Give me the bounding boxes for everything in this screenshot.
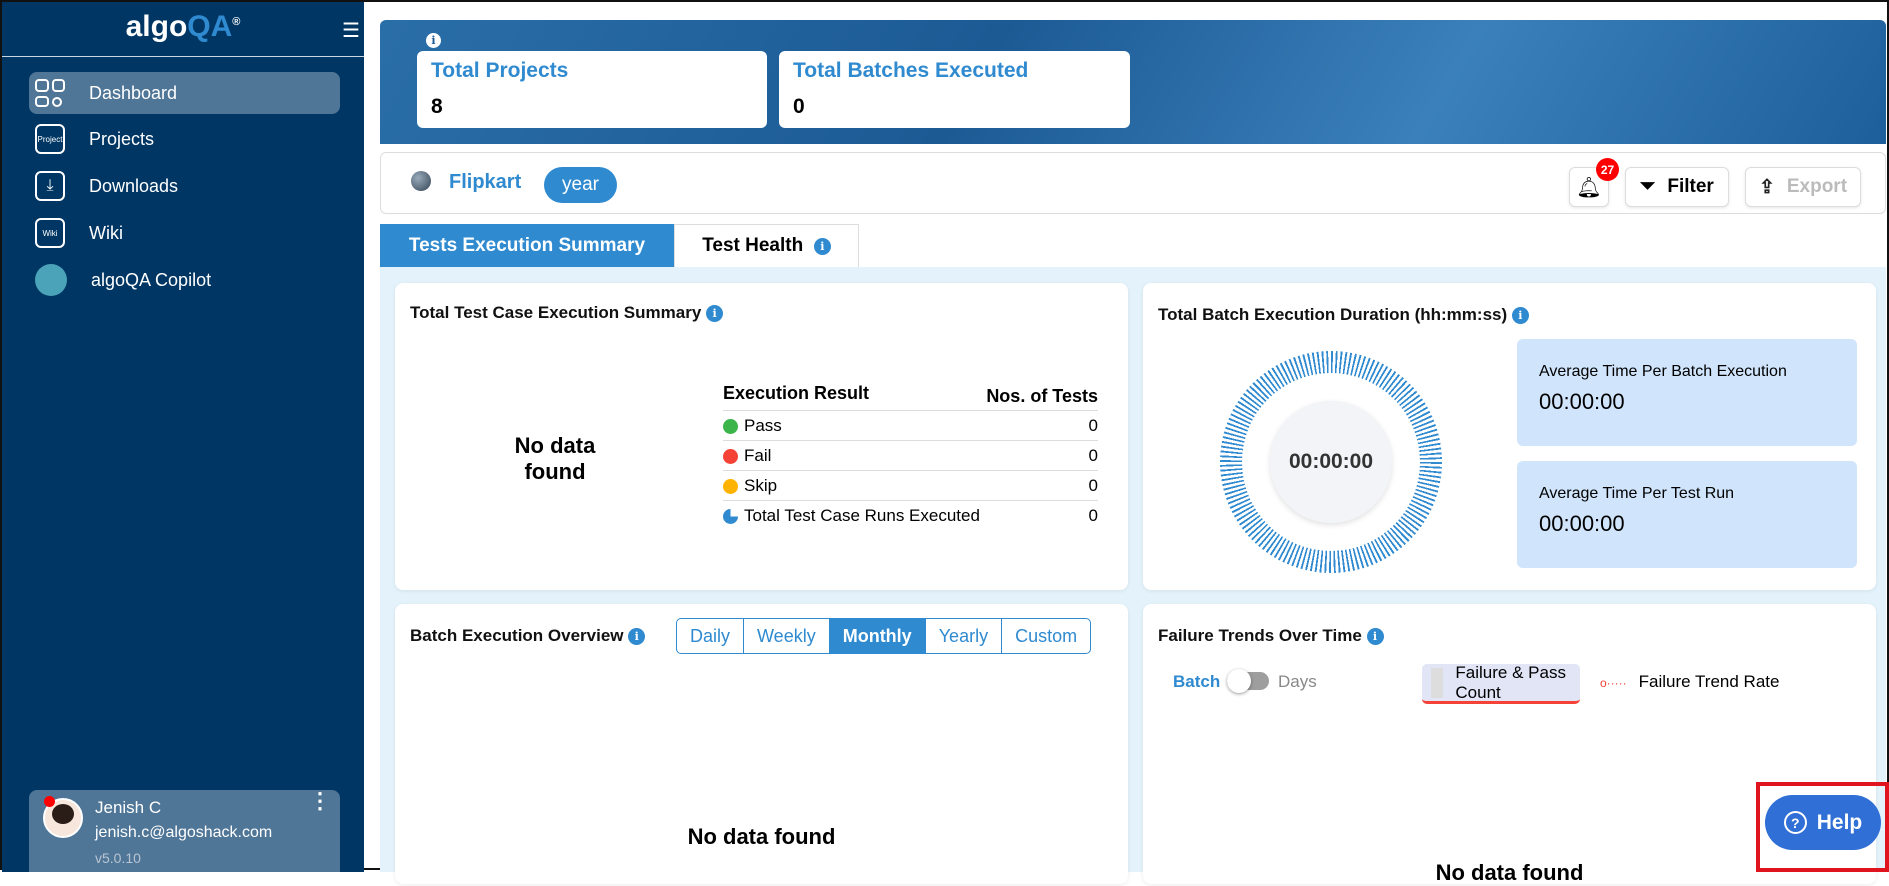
user-name: Jenish C (95, 798, 162, 817)
stat-total-batches: Total Batches Executed 0 (779, 51, 1130, 128)
notification-badge: 27 (1596, 158, 1619, 181)
avg-test-time: Average Time Per Test Run 00:00:00 (1517, 461, 1857, 568)
tab-test-health[interactable]: Test Health i (674, 224, 859, 267)
project-name[interactable]: Flipkart (449, 171, 521, 194)
bar-legend-icon (1431, 667, 1444, 698)
sidebar-item-label: Dashboard (89, 82, 178, 103)
divider (2, 56, 364, 57)
dashboard-icon (35, 78, 65, 108)
filter-button[interactable]: ⏷ Filter (1625, 167, 1729, 207)
card-title: Failure Trends Over Time (1158, 626, 1362, 645)
menu-toggle-icon[interactable]: ☰ (342, 18, 360, 43)
download-icon: ⤓ (35, 171, 65, 201)
avg-batch-time: Average Time Per Batch Execution 00:00:00 (1517, 339, 1857, 446)
sidebar-item-downloads[interactable]: ⤓ Downloads (29, 165, 340, 207)
batch-days-toggle[interactable] (1227, 669, 1269, 693)
info-icon[interactable]: i (628, 628, 646, 646)
table-row: Skip 0 (723, 470, 1098, 501)
pie-chart-icon (723, 508, 738, 524)
help-icon: ? (1783, 811, 1807, 834)
status-dot (44, 796, 55, 807)
filter-icon: ⏷ (1640, 176, 1656, 197)
wiki-icon: Wiki (35, 218, 65, 248)
info-icon[interactable]: i (1511, 307, 1529, 325)
fail-dot (723, 448, 738, 464)
duration-card: Total Batch Execution Duration (hh:mm:ss… (1143, 283, 1876, 590)
execution-result-table: Execution Result Nos. of Tests Pass 0 Fail… (723, 383, 1098, 531)
legend-failure-trend-rate[interactable]: o····· Failure Trend Rate (1600, 672, 1779, 692)
app-version: v5.0.10 (95, 850, 141, 866)
export-icon: ⇪ (1758, 176, 1775, 198)
period-pill[interactable]: year (544, 167, 617, 203)
duration-gauge: 00:00:00 (1220, 351, 1442, 573)
range-monthly[interactable]: Monthly (829, 619, 926, 653)
range-selector: Daily Weekly Monthly Yearly Custom (676, 618, 1092, 654)
dashboard-content: Total Test Case Execution Summary i No d… (380, 267, 1886, 885)
info-icon[interactable]: i (1366, 628, 1384, 646)
more-options-icon[interactable]: ⋮ (309, 790, 331, 812)
bell-icon: 🔔︎ (1576, 176, 1602, 199)
project-icon: Project (35, 124, 65, 154)
tab-tests-execution-summary[interactable]: Tests Execution Summary (380, 224, 674, 267)
empty-state: No data found (687, 824, 836, 849)
empty-state: No data found (514, 433, 596, 484)
range-custom[interactable]: Custom (1002, 619, 1090, 653)
range-weekly[interactable]: Weekly (744, 619, 830, 653)
sidebar-item-label: Wiki (89, 222, 123, 243)
sidebar-item-dashboard[interactable]: Dashboard (29, 72, 340, 114)
sidebar-item-copilot[interactable]: algoQA Copilot (29, 259, 340, 301)
card-title: Total Test Case Execution Summary (410, 303, 702, 322)
sidebar-item-projects[interactable]: Project Projects (29, 118, 340, 160)
pass-dot (723, 418, 738, 434)
card-title: Total Batch Execution Duration (hh:mm:ss… (1158, 305, 1508, 324)
sidebar: algoQA® ☰ Dashboard Project Projects ⤓ Dow… (2, 2, 364, 872)
range-daily[interactable]: Daily (677, 619, 745, 653)
toggle-label-days: Days (1278, 672, 1317, 691)
range-yearly[interactable]: Yearly (926, 619, 1003, 653)
batch-overview-card: Batch Execution Overview i Daily Weekly … (395, 604, 1128, 884)
info-icon[interactable]: i (706, 305, 724, 323)
project-globe-icon (411, 171, 431, 191)
sidebar-item-label: Downloads (89, 175, 179, 196)
table-row: Pass 0 (723, 410, 1098, 441)
sidebar-item-wiki[interactable]: Wiki Wiki (29, 212, 340, 254)
logo: algoQA® (125, 10, 241, 43)
toggle-label-batch: Batch (1173, 672, 1221, 691)
copilot-avatar (35, 264, 67, 296)
line-legend-icon: o····· (1600, 676, 1627, 690)
sidebar-item-label: algoQA Copilot (91, 269, 212, 290)
toolbar: Flipkart year 🔔︎ 27 ⏷ Filter ⇪ Export (380, 152, 1886, 214)
table-row: Fail 0 (723, 440, 1098, 471)
user-email: jenish.c@algoshack.com (95, 824, 273, 841)
execution-summary-card: Total Test Case Execution Summary i No d… (395, 283, 1128, 590)
sidebar-item-label: Projects (89, 128, 155, 149)
info-icon[interactable]: i (813, 237, 831, 255)
info-icon[interactable]: i (426, 33, 441, 48)
user-profile[interactable]: Jenish C jenish.c@algoshack.com v5.0.10 … (29, 790, 340, 872)
skip-dot (723, 478, 738, 494)
stat-total-projects: Total Projects 8 (417, 51, 767, 128)
card-title: Batch Execution Overview (410, 626, 624, 645)
legend-failure-pass-count[interactable]: Failure & Pass Count (1422, 663, 1580, 704)
stats-banner: i Total Projects 8 Total Batches Executed… (380, 20, 1886, 144)
table-row: Total Test Case Runs Executed 0 (723, 500, 1098, 531)
help-button[interactable]: ? Help (1765, 795, 1881, 850)
export-button[interactable]: ⇪ Export (1745, 167, 1861, 207)
